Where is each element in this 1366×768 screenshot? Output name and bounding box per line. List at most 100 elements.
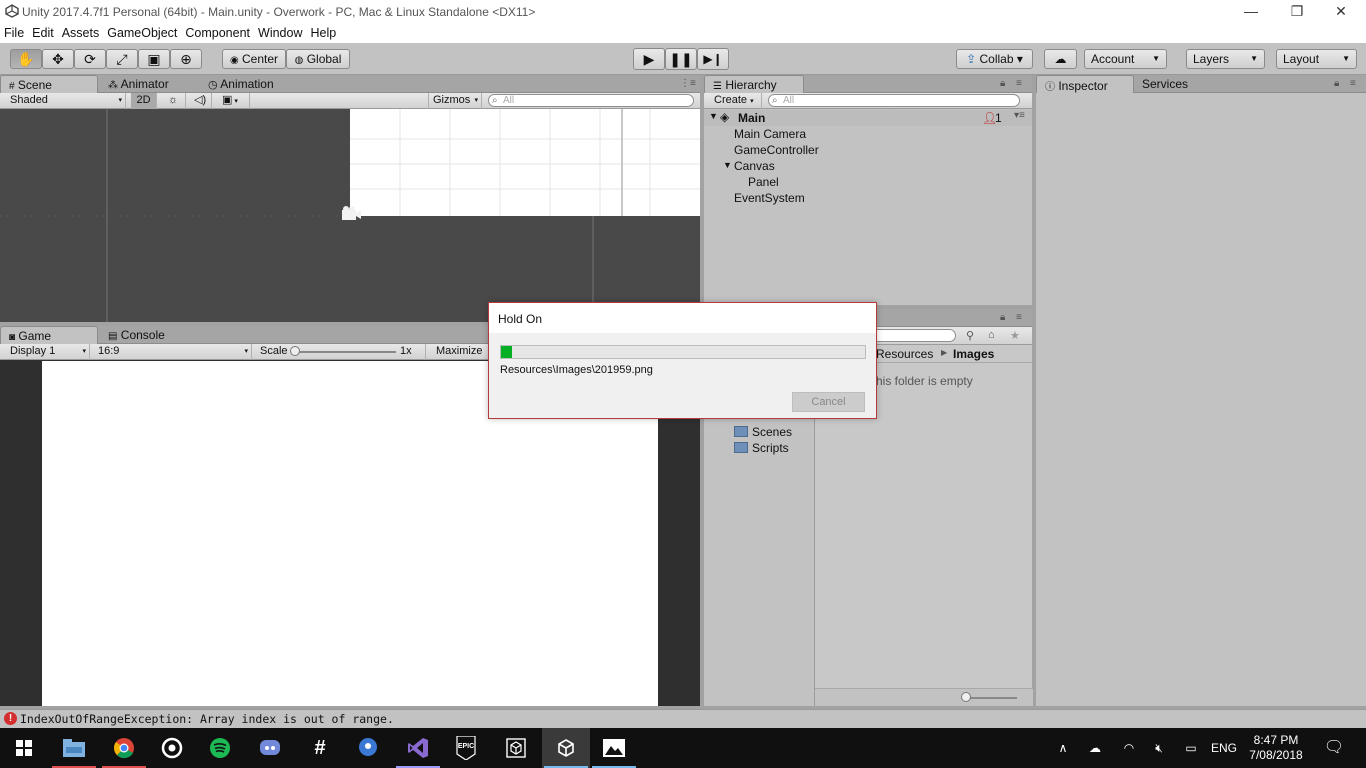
play-button[interactable]: ▶ xyxy=(633,48,665,70)
panel-menu-icon[interactable]: ≡ xyxy=(1016,78,1022,89)
tab-animator[interactable]: ⁂ Animator xyxy=(100,75,177,93)
battery-icon[interactable]: ▭ xyxy=(1180,728,1202,768)
scene-root-row[interactable]: ▼ ◈ Main 👤︎ 1 ▾≡ xyxy=(704,110,1032,126)
tab-animation[interactable]: ◷ Animation xyxy=(200,75,282,93)
wifi-icon[interactable]: ◠ xyxy=(1118,728,1140,768)
media-app-icon[interactable] xyxy=(148,728,196,768)
shading-mode-dropdown[interactable]: Shaded ▾ xyxy=(6,93,126,109)
expand-arrow-icon[interactable]: ▼ xyxy=(709,111,718,121)
photos-icon[interactable] xyxy=(590,728,638,768)
rect-tool-button[interactable]: ▣ xyxy=(138,49,170,69)
clock[interactable]: 8:47 PM 7/08/2018 xyxy=(1240,728,1312,768)
effects-dropdown[interactable]: ▣ ▾ xyxy=(218,93,250,109)
lock-icon[interactable]: 🔒︎ xyxy=(1000,312,1005,323)
panel-menu-icon[interactable]: ⋮≡ xyxy=(680,78,696,89)
chrome-icon[interactable] xyxy=(100,728,148,768)
input-language[interactable]: ENG xyxy=(1208,728,1240,768)
lighting-toggle[interactable]: ☼ xyxy=(164,93,186,109)
volume-muted-icon[interactable]: 🔇︎ xyxy=(1148,728,1170,768)
maps-icon[interactable] xyxy=(344,728,392,768)
panel-menu-icon[interactable]: ≡ xyxy=(1350,78,1356,89)
scale-tool-button[interactable]: ⤢ xyxy=(106,49,138,69)
close-button[interactable]: ✕ xyxy=(1318,0,1364,23)
hierarchy-item-gamecontroller[interactable]: GameController xyxy=(734,143,819,157)
spotify-icon[interactable] xyxy=(196,728,244,768)
unity-icon[interactable] xyxy=(542,728,590,768)
collab-dropdown[interactable]: ⇪ Collab ▾ xyxy=(956,49,1033,69)
lock-icon[interactable]: 🔒︎ xyxy=(1000,78,1005,89)
menu-edit[interactable]: Edit xyxy=(28,23,58,40)
lock-icon[interactable]: 🔒︎ xyxy=(1334,78,1339,89)
asset-size-slider[interactable] xyxy=(963,697,1017,699)
hand-tool-button[interactable]: ✋ xyxy=(10,49,42,69)
hierarchy-item-main-camera[interactable]: Main Camera xyxy=(734,127,806,141)
step-button[interactable]: ▶❙ xyxy=(697,48,729,70)
tab-hierarchy[interactable]: ☰ Hierarchy xyxy=(704,75,804,93)
scene-viewport[interactable] xyxy=(0,109,700,322)
hierarchy-item-canvas[interactable]: Canvas xyxy=(734,159,775,173)
create-dropdown[interactable]: Create ▾ xyxy=(710,93,762,109)
hierarchy-search-input[interactable]: ⌕ All xyxy=(768,94,1020,107)
unity-scene-icon: ◈ xyxy=(720,110,730,124)
pause-button[interactable]: ❚❚ xyxy=(665,48,697,70)
tab-services[interactable]: Services xyxy=(1134,75,1196,93)
filter-by-label-icon[interactable]: ⌂ xyxy=(988,329,995,341)
menu-component[interactable]: Component xyxy=(181,23,254,40)
windows-start-icon[interactable] xyxy=(0,728,48,768)
account-dropdown[interactable]: Account ▼ xyxy=(1084,49,1167,69)
visual-studio-icon[interactable] xyxy=(394,728,442,768)
tab-inspector[interactable]: ⓘ Inspector xyxy=(1036,75,1134,93)
tray-overflow-chevron-icon[interactable]: ∧ xyxy=(1052,728,1074,768)
window-title: Unity 2017.4.7f1 Personal (64bit) - Main… xyxy=(22,5,536,19)
expand-arrow-icon[interactable]: ▼ xyxy=(723,160,732,170)
tab-scene[interactable]: # Scene xyxy=(0,75,98,93)
menu-window[interactable]: Window xyxy=(254,23,306,40)
filter-by-type-icon[interactable]: ⚲ xyxy=(966,329,974,342)
breadcrumb-resources[interactable]: Resources xyxy=(876,347,933,361)
epic-games-icon[interactable]: EPIC xyxy=(442,728,490,768)
scale-control: Scale 1x xyxy=(256,344,426,360)
favorite-star-icon[interactable]: ★ xyxy=(1010,329,1020,342)
menu-file[interactable]: File xyxy=(0,23,28,40)
cloud-upload-icon[interactable]: ☁ xyxy=(1084,728,1106,768)
file-explorer-icon[interactable] xyxy=(50,728,98,768)
discord-icon[interactable] xyxy=(246,728,294,768)
hierarchy-item-eventsystem[interactable]: EventSystem xyxy=(734,191,805,205)
audio-toggle[interactable]: ◁) xyxy=(190,93,212,109)
gizmos-dropdown[interactable]: Gizmos ▾ xyxy=(428,93,482,109)
tab-console[interactable]: ▤ Console xyxy=(100,326,173,344)
asset-size-slider-thumb[interactable] xyxy=(961,692,971,702)
layout-dropdown[interactable]: Layout ▼ xyxy=(1276,49,1357,69)
cloud-services-button[interactable]: ☁ xyxy=(1044,49,1077,69)
rotate-tool-button[interactable]: ⟳ xyxy=(74,49,106,69)
action-center-icon[interactable]: 🗨︎ xyxy=(1322,728,1346,768)
transform-tool-button[interactable]: ⊕ xyxy=(170,49,202,69)
scene-options-icon[interactable]: ▾≡ xyxy=(1014,110,1025,121)
layers-dropdown[interactable]: Layers ▼ xyxy=(1186,49,1265,69)
cancel-button[interactable]: Cancel xyxy=(792,392,865,412)
main-toolbar: ✋ ✥ ⟳ ⤢ ▣ ⊕ ◉ Center ◍ Global ▶ ❚❚ ▶❙ ⇪ … xyxy=(0,43,1366,75)
menu-assets[interactable]: Assets xyxy=(58,23,104,40)
scale-slider-thumb[interactable] xyxy=(290,346,300,356)
minimize-button[interactable]: — xyxy=(1228,0,1274,23)
display-dropdown[interactable]: Display 1 ▾ xyxy=(6,344,90,360)
maximize-on-play-toggle[interactable]: Maximize xyxy=(432,344,492,360)
restore-button[interactable]: ❐ xyxy=(1274,0,1320,23)
pivot-center-toggle[interactable]: ◉ Center xyxy=(222,49,286,69)
aspect-dropdown[interactable]: 16:9 ▾ xyxy=(94,344,252,360)
scene-search-input[interactable]: ⌕ All xyxy=(488,94,694,107)
menu-gameobject[interactable]: GameObject xyxy=(103,23,181,40)
space-global-toggle[interactable]: ◍ Global xyxy=(286,49,350,69)
unity-hub-icon[interactable] xyxy=(492,728,540,768)
panel-menu-icon[interactable]: ≡ xyxy=(1016,312,1022,323)
2d-mode-toggle[interactable]: 2D xyxy=(131,93,157,109)
scale-slider[interactable] xyxy=(292,351,396,353)
move-tool-button[interactable]: ✥ xyxy=(42,49,74,69)
breadcrumb-images[interactable]: Images xyxy=(953,347,994,361)
status-bar[interactable]: ! IndexOutOfRangeException: Array index … xyxy=(0,709,1366,728)
step-icon: ▶❙ xyxy=(703,52,723,66)
hierarchy-item-panel[interactable]: Panel xyxy=(748,175,779,189)
menu-help[interactable]: Help xyxy=(306,23,340,40)
slack-icon[interactable]: # xyxy=(296,728,344,768)
tab-game[interactable]: ◙ Game xyxy=(0,326,98,344)
